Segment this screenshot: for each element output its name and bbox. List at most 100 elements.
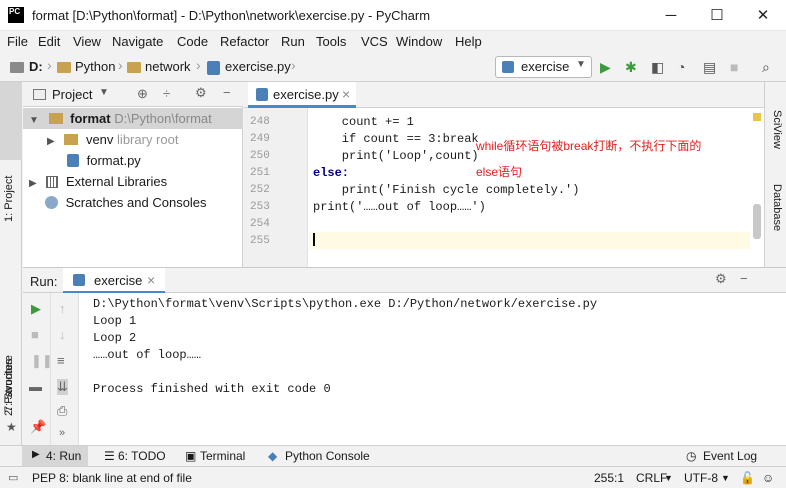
project-view-icon — [33, 89, 46, 100]
run-tool-window: Run: exercise × ⚙ − ▶ ■ ❚❚ ▬ 📌 ↑ ↓ ≡ ⇊ ⎙… — [23, 267, 786, 446]
folder-icon — [57, 62, 71, 73]
tool-tab-todo[interactable]: 6: TODO — [118, 449, 166, 463]
pin-icon[interactable]: 📌 — [30, 419, 46, 435]
tool-tab-python-console[interactable]: Python Console — [285, 449, 370, 463]
caret-position[interactable]: 255:1 — [594, 471, 624, 485]
debug-icon[interactable]: ✱ — [625, 59, 637, 76]
tool-tab-event-log[interactable]: Event Log — [703, 449, 757, 463]
folder-icon — [64, 134, 79, 145]
close-button[interactable]: ✕ — [740, 0, 786, 31]
run-toolbar-right: ↑ ↓ ≡ ⇊ ⎙ » — [51, 293, 79, 446]
right-tool-strip: SciView Database — [764, 82, 786, 267]
scroll-to-end-icon[interactable]: ⇊ — [57, 379, 68, 395]
pause-icon[interactable]: ❚❚ — [31, 353, 53, 369]
maximize-button[interactable]: ☐ — [694, 0, 740, 31]
tool-tab-database[interactable]: Database — [771, 184, 783, 231]
tool-tab-terminal[interactable]: Terminal — [200, 449, 245, 463]
print-icon[interactable]: ⎙ — [57, 403, 67, 419]
line-number: 248 — [250, 116, 270, 128]
python-icon — [73, 274, 85, 286]
tool-tab-run[interactable]: 4: Run — [46, 449, 81, 463]
search-icon[interactable]: ⌕ — [762, 59, 770, 76]
python-file-icon — [256, 88, 268, 101]
chevron-down-icon: ▼ — [721, 473, 730, 483]
run-icon[interactable]: ▶ — [600, 59, 611, 76]
warning-marker[interactable] — [753, 113, 761, 121]
file-encoding[interactable]: UTF-8 — [684, 471, 718, 485]
tree-label-format-py: format.py — [86, 153, 141, 168]
code-line: count += 1 — [313, 115, 414, 129]
arrow-up-icon[interactable]: ↑ — [59, 301, 66, 316]
window-title: format [D:\Python\format] - D:\Python\ne… — [32, 8, 431, 23]
title-bar: PC format [D:\Python\format] - D:\Python… — [0, 0, 786, 31]
hide-icon[interactable]: − — [740, 271, 748, 286]
project-header-label[interactable]: Project — [52, 87, 92, 102]
tab-close-icon[interactable]: × — [342, 86, 350, 102]
run-configuration-select[interactable]: exercise ▼ — [495, 56, 592, 78]
coverage-icon[interactable]: ◧ — [651, 59, 664, 76]
chevron-down-icon[interactable]: ▼ — [99, 87, 109, 98]
tool-tab-project[interactable]: 1: Project — [3, 176, 15, 222]
soft-wrap-icon[interactable]: ≡ — [57, 353, 65, 368]
line-separator[interactable]: CRLF — [636, 471, 667, 485]
code-line: else: — [313, 166, 350, 180]
gear-icon[interactable]: ⚙ — [195, 85, 207, 101]
stop-icon[interactable]: ■ — [730, 59, 738, 75]
chevron-down-icon: ▼ — [29, 115, 39, 126]
tree-item-external-libraries[interactable]: ▶ External Libraries — [29, 174, 167, 189]
editor[interactable]: exercise.py × 248 249 250 251 252 253 25… — [244, 82, 764, 267]
breadcrumb-network[interactable]: network — [145, 59, 191, 74]
tree-item-venv[interactable]: ▶ venv library root — [47, 132, 178, 147]
status-toggle-icon[interactable]: ▭ — [8, 471, 18, 484]
stop-icon[interactable]: ■ — [31, 327, 39, 342]
menu-tools[interactable]: Tools — [316, 34, 346, 49]
editor-scrollbar[interactable] — [753, 204, 761, 239]
locate-icon[interactable]: ⊕ — [137, 86, 148, 102]
tree-item-scratches[interactable]: Scratches and Consoles — [45, 195, 207, 210]
breadcrumb-file[interactable]: exercise.py — [225, 59, 291, 74]
menu-window[interactable]: Window — [396, 34, 442, 49]
bottom-tool-bar: ▶ 4: Run ☰ 6: TODO ▣ Terminal ◆ Python C… — [0, 445, 786, 466]
menu-edit[interactable]: Edit — [38, 34, 60, 49]
tool-tab-sciview[interactable]: SciView — [771, 110, 783, 149]
breadcrumb-python[interactable]: Python — [75, 59, 115, 74]
more-icon[interactable]: » — [59, 427, 65, 439]
menu-view[interactable]: View — [73, 34, 101, 49]
run-label: Run: — [30, 274, 58, 289]
menu-navigate[interactable]: Navigate — [112, 34, 163, 49]
gear-icon[interactable]: ⚙ — [715, 271, 727, 287]
code-line: if count == 3:break — [313, 132, 479, 146]
editor-tab-exercise[interactable]: exercise.py × — [248, 82, 356, 108]
rerun-icon[interactable]: ▶ — [31, 301, 41, 317]
chevron-down-icon: ▼ — [664, 473, 673, 483]
build-icon[interactable]: ▤ — [703, 59, 716, 76]
console-line: Loop 1 — [93, 314, 137, 328]
minimize-button[interactable]: ─ — [648, 0, 694, 31]
breadcrumb-drive[interactable]: D: — [29, 59, 43, 74]
profile-icon[interactable]: ◔ — [677, 59, 685, 75]
tree-item-format[interactable]: ▼ format D:\Python\format — [29, 111, 212, 126]
inspector-icon[interactable]: ☺ — [762, 471, 774, 485]
run-tab-exercise[interactable]: exercise × — [63, 268, 165, 293]
hide-icon[interactable]: − — [223, 85, 231, 100]
menu-vcs[interactable]: VCS — [361, 34, 388, 49]
python-file-icon — [207, 61, 220, 75]
menu-help[interactable]: Help — [455, 34, 482, 49]
line-number: 255 — [250, 235, 270, 247]
event-log-icon: ◷ — [686, 449, 697, 463]
layout-icon[interactable]: ▬ — [29, 379, 42, 394]
tool-tab-favorites[interactable]: 2: Favorites — [3, 359, 15, 416]
tree-path-format: D:\Python\format — [114, 111, 212, 126]
collapse-all-icon[interactable]: ÷ — [163, 86, 170, 101]
menu-run[interactable]: Run — [281, 34, 305, 49]
menu-code[interactable]: Code — [177, 34, 208, 49]
lock-icon[interactable]: 🔓 — [740, 471, 755, 485]
tab-close-icon[interactable]: × — [147, 272, 155, 288]
menu-refactor[interactable]: Refactor — [220, 34, 269, 49]
console-line: Process finished with exit code 0 — [93, 382, 331, 396]
menu-file[interactable]: File — [7, 34, 28, 49]
run-toolbar-left: ▶ ■ ❚❚ ▬ 📌 — [23, 293, 53, 446]
chevron-right-icon: › — [47, 57, 52, 73]
tree-item-format-py[interactable]: format.py — [67, 153, 141, 168]
arrow-down-icon[interactable]: ↓ — [59, 327, 66, 342]
